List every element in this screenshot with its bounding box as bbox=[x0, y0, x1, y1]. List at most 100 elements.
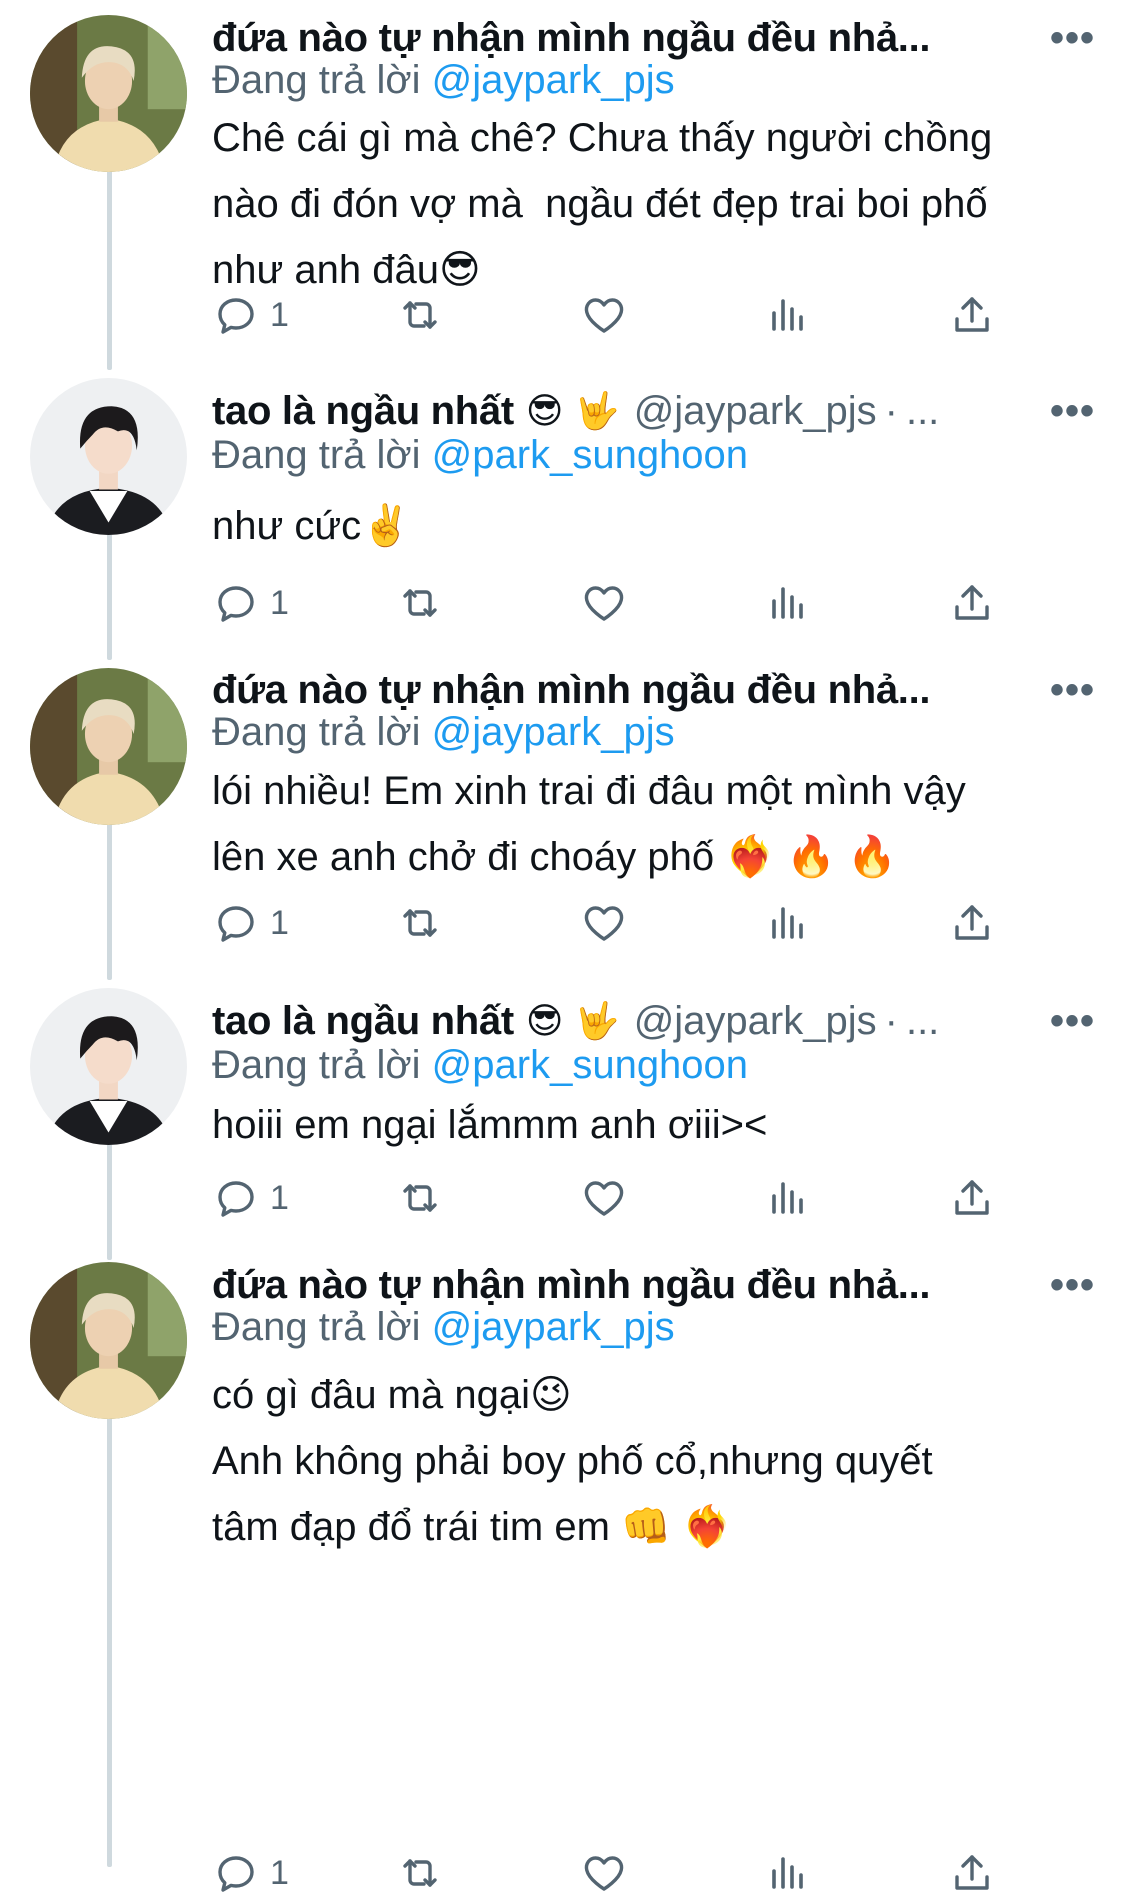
retweet-icon bbox=[403, 1859, 437, 1887]
avatar-dark-hair-image bbox=[30, 988, 187, 1145]
views-button[interactable] bbox=[764, 898, 812, 948]
reply-button[interactable]: 1 bbox=[212, 1173, 289, 1223]
replying-prefix: Đang trả lời bbox=[212, 433, 432, 477]
retweet-button[interactable] bbox=[396, 1848, 444, 1898]
share-icon bbox=[955, 1855, 989, 1890]
avatar-dark-hair-image bbox=[30, 378, 187, 535]
analytics-icon bbox=[772, 1182, 803, 1214]
share-button[interactable] bbox=[948, 898, 996, 948]
share-icon bbox=[955, 1180, 989, 1215]
name-emoji: 😎 🤟 bbox=[525, 1001, 620, 1042]
reply-button[interactable]: 1 bbox=[212, 1848, 289, 1898]
mention-link[interactable]: @park_sunghoon bbox=[432, 1043, 748, 1087]
display-name[interactable]: đứa nào tự nhận mình ngầu đều nhả... bbox=[212, 1263, 930, 1308]
username[interactable]: @jaypark_pjs bbox=[634, 389, 877, 434]
retweet-button[interactable] bbox=[396, 290, 444, 340]
heart-icon bbox=[584, 1181, 624, 1216]
mention-link[interactable]: @jaypark_pjs bbox=[432, 58, 675, 102]
share-icon bbox=[955, 585, 989, 620]
avatar-blond-image bbox=[30, 15, 187, 172]
share-button[interactable] bbox=[948, 578, 996, 628]
reply-count: 1 bbox=[270, 903, 289, 942]
views-button[interactable] bbox=[764, 578, 812, 628]
share-button[interactable] bbox=[948, 1848, 996, 1898]
tweet-text: hoiii em ngại lắmmm anh ơiii>< bbox=[212, 1103, 768, 1147]
heart-icon bbox=[584, 1856, 624, 1891]
reply-bubble-icon bbox=[218, 1181, 254, 1217]
views-button[interactable] bbox=[764, 290, 812, 340]
retweet-button[interactable] bbox=[396, 1173, 444, 1223]
truncation: ... bbox=[905, 998, 940, 1043]
thread-line bbox=[107, 805, 112, 980]
thread-line bbox=[107, 1400, 112, 1867]
display-name[interactable]: đứa nào tự nhận mình ngầu đều nhả... bbox=[212, 668, 930, 713]
heart-icon bbox=[584, 906, 624, 941]
avatar[interactable] bbox=[30, 1262, 187, 1419]
avatar[interactable] bbox=[30, 15, 187, 172]
analytics-icon bbox=[772, 907, 803, 939]
tweet-text: lói nhiều! Em xinh trai đi đâu một mình … bbox=[212, 769, 966, 879]
like-button[interactable] bbox=[580, 1848, 628, 1898]
avatar-blond-image bbox=[30, 1262, 187, 1419]
retweet-icon bbox=[403, 589, 437, 617]
retweet-button[interactable] bbox=[396, 898, 444, 948]
more-dots-icon[interactable]: ••• bbox=[1026, 1001, 1095, 1041]
display-name[interactable]: tao là ngầu nhất bbox=[212, 389, 514, 434]
thread-line bbox=[107, 1125, 112, 1260]
reply-count: 1 bbox=[270, 295, 289, 334]
avatar[interactable] bbox=[30, 378, 187, 535]
reply-count: 1 bbox=[270, 583, 289, 622]
separator-dot: · bbox=[884, 998, 898, 1043]
retweet-icon bbox=[403, 909, 437, 937]
reply-count: 1 bbox=[270, 1853, 289, 1892]
action-bar: 1 bbox=[212, 290, 1012, 340]
more-dots-icon[interactable]: ••• bbox=[1026, 1265, 1095, 1305]
action-bar: 1 bbox=[212, 578, 1012, 628]
replying-to: Đang trả lời @park_sunghoon bbox=[212, 1043, 748, 1088]
avatar[interactable] bbox=[30, 668, 187, 825]
like-button[interactable] bbox=[580, 290, 628, 340]
action-bar: 1 bbox=[212, 1848, 1012, 1898]
retweet-button[interactable] bbox=[396, 578, 444, 628]
views-button[interactable] bbox=[764, 1173, 812, 1223]
replying-prefix: Đang trả lời bbox=[212, 58, 432, 102]
share-button[interactable] bbox=[948, 290, 996, 340]
replying-prefix: Đang trả lời bbox=[212, 1305, 432, 1349]
like-button[interactable] bbox=[580, 1173, 628, 1223]
username[interactable]: @jaypark_pjs bbox=[634, 999, 877, 1044]
like-button[interactable] bbox=[580, 578, 628, 628]
analytics-icon bbox=[772, 299, 803, 331]
mention-link[interactable]: @park_sunghoon bbox=[432, 433, 748, 477]
views-button[interactable] bbox=[764, 1848, 812, 1898]
share-button[interactable] bbox=[948, 1173, 996, 1223]
replying-to: Đang trả lời @jaypark_pjs bbox=[212, 710, 675, 755]
analytics-icon bbox=[772, 1857, 803, 1889]
avatar[interactable] bbox=[30, 988, 187, 1145]
mention-link[interactable]: @jaypark_pjs bbox=[432, 710, 675, 754]
more-dots-icon[interactable]: ••• bbox=[1026, 670, 1095, 710]
reply-button[interactable]: 1 bbox=[212, 898, 289, 948]
like-button[interactable] bbox=[580, 898, 628, 948]
display-name[interactable]: đứa nào tự nhận mình ngầu đều nhả... bbox=[212, 16, 930, 61]
action-bar: 1 bbox=[212, 898, 1012, 948]
avatar-blond-image bbox=[30, 668, 187, 825]
analytics-icon bbox=[772, 587, 803, 619]
mention-link[interactable]: @jaypark_pjs bbox=[432, 1305, 675, 1349]
reply-count: 1 bbox=[270, 1178, 289, 1217]
reply-button[interactable]: 1 bbox=[212, 578, 289, 628]
replying-to: Đang trả lời @park_sunghoon bbox=[212, 433, 748, 478]
share-icon bbox=[955, 297, 989, 332]
more-dots-icon[interactable]: ••• bbox=[1026, 18, 1095, 58]
reply-button[interactable]: 1 bbox=[212, 290, 289, 340]
replying-prefix: Đang trả lời bbox=[212, 1043, 432, 1087]
tweet-text: có gì đâu mà ngại😉 Anh không phải boy ph… bbox=[212, 1373, 933, 1549]
thread-line bbox=[107, 515, 112, 660]
reply-bubble-icon bbox=[218, 1856, 254, 1892]
thread-line bbox=[107, 150, 112, 370]
action-bar: 1 bbox=[212, 1173, 1012, 1223]
retweet-icon bbox=[403, 301, 437, 329]
tweet-header: tao là ngầu nhất 😎 🤟 @jaypark_pjs · ... … bbox=[212, 993, 1095, 1049]
more-dots-icon[interactable]: ••• bbox=[1026, 391, 1095, 431]
display-name[interactable]: tao là ngầu nhất bbox=[212, 999, 514, 1044]
retweet-icon bbox=[403, 1184, 437, 1212]
